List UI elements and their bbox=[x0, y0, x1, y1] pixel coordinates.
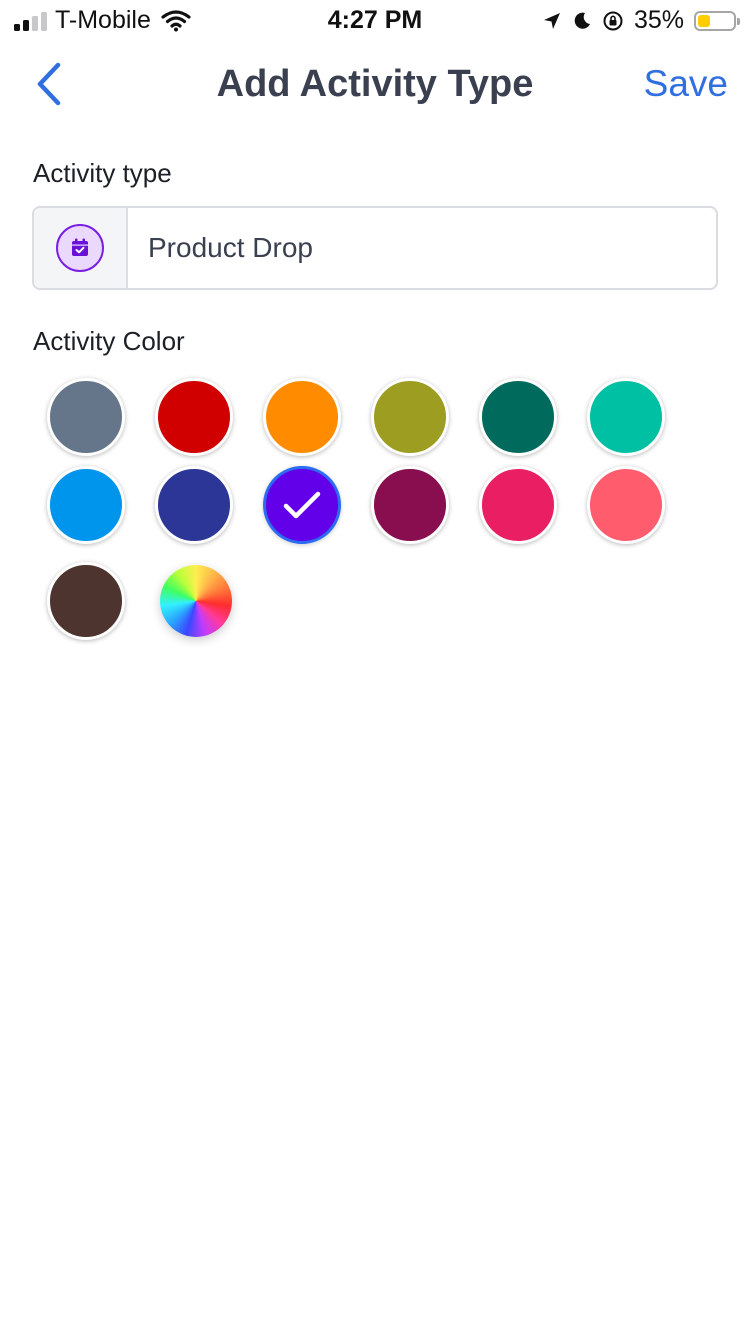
battery-icon bbox=[694, 10, 740, 31]
battery-level-fill bbox=[698, 14, 710, 27]
color-swatch[interactable] bbox=[479, 466, 557, 544]
color-swatch[interactable] bbox=[371, 378, 449, 456]
color-swatch[interactable] bbox=[263, 466, 341, 544]
color-swatch[interactable] bbox=[263, 378, 341, 456]
color-swatch[interactable] bbox=[155, 466, 233, 544]
save-button[interactable]: Save bbox=[644, 63, 728, 105]
status-right: 35% bbox=[542, 6, 740, 35]
color-swatch[interactable] bbox=[479, 378, 557, 456]
battery-percentage: 35% bbox=[633, 6, 684, 34]
activity-type-field[interactable]: Product Drop bbox=[32, 206, 718, 290]
color-swatch[interactable] bbox=[47, 378, 125, 456]
color-wheel-icon[interactable] bbox=[160, 565, 232, 637]
activity-color-label: Activity Color bbox=[33, 326, 185, 356]
color-swatch[interactable] bbox=[47, 466, 125, 544]
activity-icon-badge bbox=[56, 224, 104, 272]
orientation-lock-icon bbox=[603, 11, 623, 30]
status-bar: T-Mobile 4:27 PM 35% bbox=[0, 0, 750, 40]
page-title: Add Activity Type bbox=[216, 63, 534, 105]
color-swatch[interactable] bbox=[47, 562, 125, 640]
color-swatch[interactable] bbox=[371, 466, 449, 544]
location-arrow-icon bbox=[543, 12, 560, 29]
navigation-bar: Add Activity Type Save bbox=[0, 50, 750, 120]
color-swatch[interactable] bbox=[587, 378, 665, 456]
color-swatch[interactable] bbox=[587, 466, 665, 544]
activity-type-label: Activity type bbox=[33, 158, 172, 188]
activity-icon-picker[interactable] bbox=[34, 208, 128, 288]
calendar-check-icon bbox=[72, 238, 88, 256]
color-swatch[interactable] bbox=[155, 378, 233, 456]
moon-icon bbox=[574, 12, 590, 29]
activity-type-input[interactable]: Product Drop bbox=[128, 208, 716, 288]
checkmark-icon bbox=[283, 491, 321, 519]
